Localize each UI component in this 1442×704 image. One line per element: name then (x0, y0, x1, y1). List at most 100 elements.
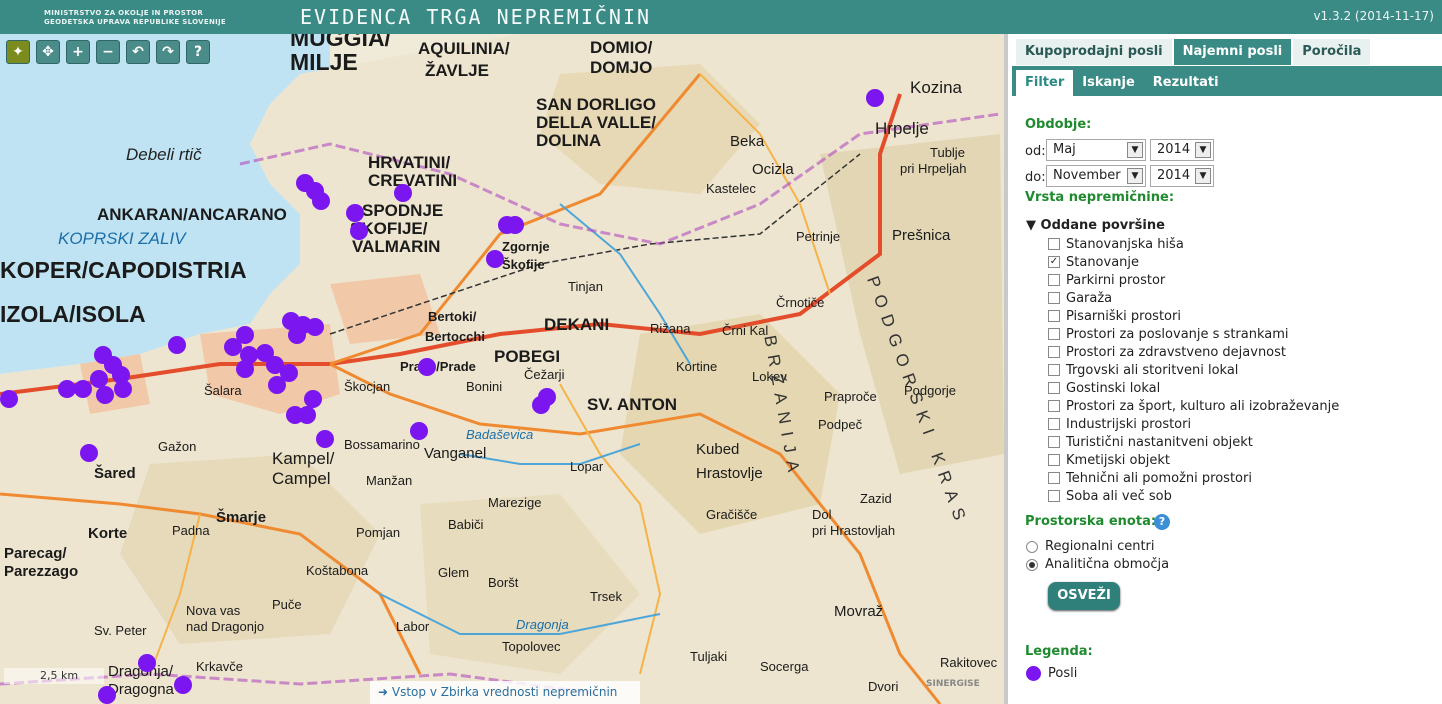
checkbox[interactable] (1048, 490, 1060, 502)
od-year-select[interactable]: 2014 ▼ (1150, 139, 1214, 161)
redo-icon[interactable]: ↷ (156, 40, 180, 64)
radio-button[interactable] (1026, 540, 1038, 553)
tab-kupoprodajni[interactable]: Kupoprodajni posli (1016, 39, 1172, 65)
checkbox[interactable] (1048, 328, 1060, 340)
tree-oddane[interactable]: ▼ Oddane površine (1026, 218, 1165, 233)
deal-marker[interactable] (96, 386, 114, 404)
type-item[interactable]: Soba ali več sob (1048, 487, 1339, 505)
type-item[interactable]: ✓ Stanovanje (1048, 253, 1339, 271)
map-label: Parezzago (4, 563, 79, 580)
checkbox[interactable] (1048, 472, 1060, 484)
tab-porocila[interactable]: Poročila (1293, 39, 1371, 65)
deal-marker[interactable] (866, 89, 884, 107)
checkbox[interactable] (1048, 436, 1060, 448)
checkbox[interactable] (1048, 274, 1060, 286)
type-item[interactable]: Prostori za šport, kulturo ali izobražev… (1048, 397, 1339, 415)
deal-marker[interactable] (114, 380, 132, 398)
vrsta-title: Vrsta nepremičnine: (1025, 190, 1175, 205)
tab-filter[interactable]: Filter (1016, 70, 1074, 96)
type-label: Prostori za šport, kulturo ali izobražev… (1066, 398, 1340, 414)
radio-button[interactable] (1026, 558, 1038, 571)
checkbox[interactable] (1048, 418, 1060, 430)
type-item[interactable]: Parkirni prostor (1048, 271, 1339, 289)
do-month-select[interactable]: November ▼ (1046, 165, 1146, 187)
deal-marker[interactable] (288, 326, 306, 344)
ministry-line1: MINISTRSTVO ZA OKOLJE IN PROSTOR (44, 9, 204, 17)
map-label: Socerga (760, 659, 809, 674)
checkbox[interactable] (1048, 310, 1060, 322)
deal-marker[interactable] (98, 686, 116, 704)
tab-rezultati[interactable]: Rezultati (1144, 70, 1228, 96)
deal-marker[interactable] (532, 396, 550, 414)
deal-marker[interactable] (306, 318, 324, 336)
checkbox[interactable] (1048, 292, 1060, 304)
deal-marker[interactable] (316, 430, 334, 448)
deal-marker[interactable] (506, 216, 524, 234)
deal-marker[interactable] (0, 390, 18, 408)
deal-marker[interactable] (394, 184, 412, 202)
deal-marker[interactable] (58, 380, 76, 398)
type-item[interactable]: Turistični nastanitveni objekt (1048, 433, 1339, 451)
deal-marker[interactable] (236, 360, 254, 378)
deal-marker[interactable] (168, 336, 186, 354)
pan-icon[interactable]: ✥ (36, 40, 60, 64)
deal-marker[interactable] (346, 204, 364, 222)
type-item[interactable]: Garaža (1048, 289, 1339, 307)
deal-marker[interactable] (174, 676, 192, 694)
map-label: Debeli rtič (126, 145, 202, 164)
checkbox[interactable] (1048, 238, 1060, 250)
refresh-button[interactable]: OSVEŽI (1048, 582, 1120, 610)
zbirka-link[interactable]: ➜ Vstop v Zbirka vrednosti nepremičnin (370, 681, 640, 704)
map-view[interactable]: ✦ ✥ + − ↶ ↷ ? MUGGIA/ MILJE AQUILINIA/ Ž… (0, 34, 1004, 704)
select-icon[interactable]: ✦ (6, 40, 30, 64)
type-item[interactable]: Gostinski lokal (1048, 379, 1339, 397)
type-item[interactable]: Kmetijski objekt (1048, 451, 1339, 469)
type-item[interactable]: Prostori za zdravstveno dejavnost (1048, 343, 1339, 361)
od-label: od: (1025, 144, 1046, 159)
radio-analiticna[interactable]: Analitična območja (1026, 557, 1169, 572)
deal-marker[interactable] (350, 222, 368, 240)
checkbox[interactable] (1048, 346, 1060, 358)
map-label: Bonini (466, 379, 503, 394)
type-item[interactable]: Industrijski prostori (1048, 415, 1339, 433)
help-icon[interactable]: ? (1154, 514, 1170, 530)
type-item[interactable]: Stanovanjska hiša (1048, 235, 1339, 253)
deal-marker[interactable] (312, 192, 330, 210)
deal-marker[interactable] (74, 380, 92, 398)
deal-marker[interactable] (138, 654, 156, 672)
checkbox[interactable] (1048, 400, 1060, 412)
map-label: VALMARIN (352, 237, 441, 256)
do-month-value: November (1053, 168, 1121, 183)
undo-icon[interactable]: ↶ (126, 40, 150, 64)
checkbox[interactable] (1048, 382, 1060, 394)
deal-marker[interactable] (298, 406, 316, 424)
chevron-down-icon: ▼ (1195, 168, 1211, 184)
map-label: Vanganel (424, 445, 487, 462)
map-label: POBEGI (494, 347, 561, 366)
deal-marker[interactable] (486, 250, 504, 268)
do-year-value: 2014 (1157, 168, 1191, 183)
deal-marker[interactable] (418, 358, 436, 376)
help-icon[interactable]: ? (186, 40, 210, 64)
checkbox[interactable]: ✓ (1048, 256, 1060, 268)
deal-marker[interactable] (268, 376, 286, 394)
type-item[interactable]: Tehnični ali pomožni prostori (1048, 469, 1339, 487)
map-label: Podpeč (818, 417, 863, 432)
zoom-in-icon[interactable]: + (66, 40, 90, 64)
type-item[interactable]: Trgovski ali storitveni lokal (1048, 361, 1339, 379)
radio-regionalni[interactable]: Regionalni centri (1026, 539, 1155, 554)
tab-iskanje[interactable]: Iskanje (1073, 70, 1144, 96)
deal-marker[interactable] (410, 422, 428, 440)
type-item[interactable]: Prostori za poslovanje s strankami (1048, 325, 1339, 343)
tab-najemni[interactable]: Najemni posli (1173, 39, 1292, 65)
checkbox[interactable] (1048, 454, 1060, 466)
checkbox[interactable] (1048, 364, 1060, 376)
type-item[interactable]: Pisarniški prostori (1048, 307, 1339, 325)
zoom-out-icon[interactable]: − (96, 40, 120, 64)
map-label: DOMIO/ (590, 38, 653, 57)
od-month-select[interactable]: Maj ▼ (1046, 139, 1146, 161)
deal-marker[interactable] (80, 444, 98, 462)
map-label: Gažon (158, 439, 197, 454)
do-year-select[interactable]: 2014 ▼ (1150, 165, 1214, 187)
legend-label: Posli (1048, 666, 1078, 681)
